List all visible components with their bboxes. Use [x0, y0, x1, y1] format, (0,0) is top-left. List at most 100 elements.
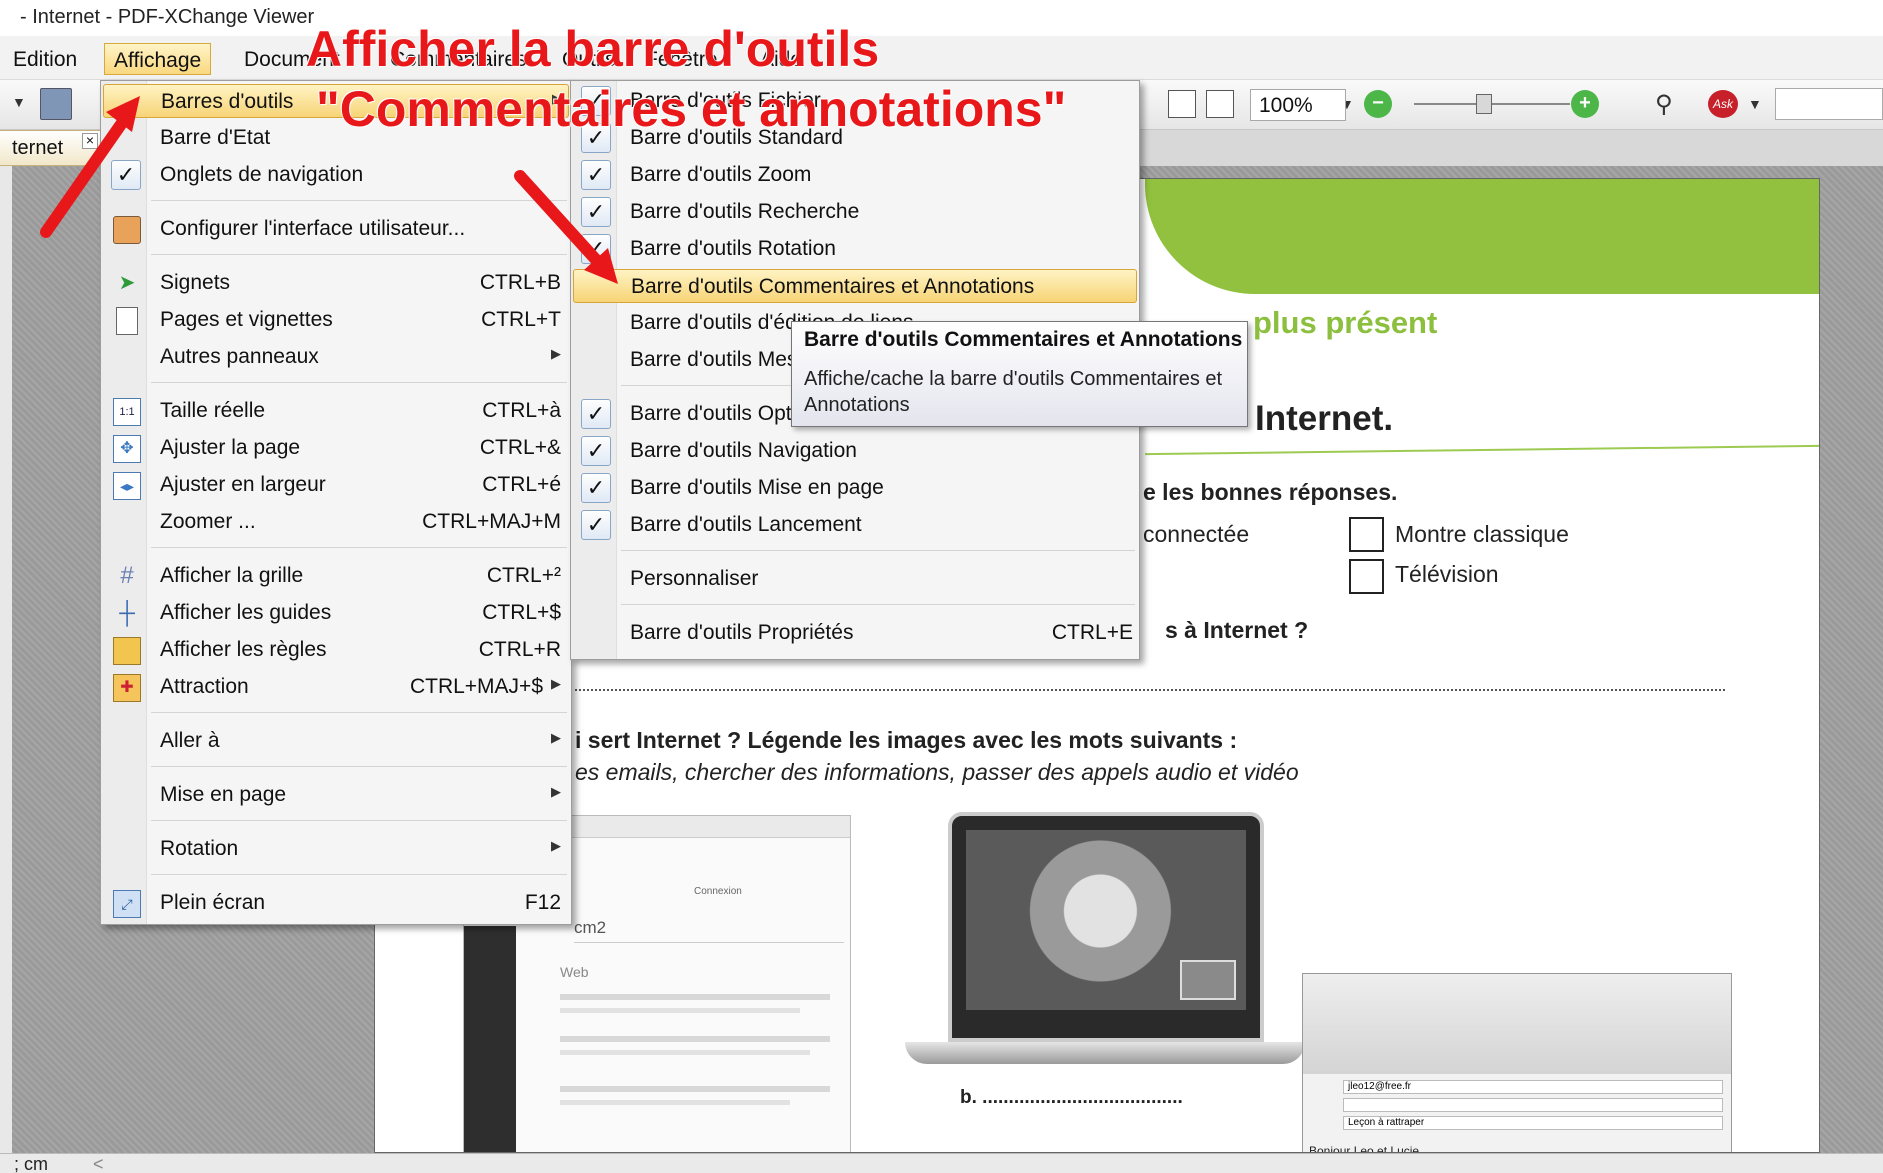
menu-item-autres-panneaux[interactable]: Autres panneaux ▶ [103, 340, 569, 374]
browser-connect-label: Connexion [694, 886, 742, 897]
page-title: Internet. [1255, 399, 1394, 438]
menu-item-label: Barre d'outils Commentaires et Annotatio… [631, 275, 1035, 298]
browser-result-line [560, 1008, 800, 1013]
check-icon: ✓ [581, 160, 611, 190]
ask-dropdown-icon[interactable]: ▼ [1748, 96, 1762, 112]
menu-edition[interactable]: Edition [4, 43, 86, 75]
menu-item-plein-ecran[interactable]: ⤢ Plein écran F12 [103, 886, 569, 920]
option-tv: Télévision [1395, 561, 1499, 587]
mail-cc-field [1343, 1098, 1723, 1112]
app-window: - Internet - PDF-XChange Viewer Edition … [0, 0, 1883, 1173]
guides-icon: ┼ [119, 600, 135, 625]
menu-item-label: Attraction [160, 675, 249, 698]
submenu-item-navigation[interactable]: ✓ Barre d'outils Navigation [573, 434, 1137, 468]
menu-item-label: Mise en page [160, 783, 287, 806]
title-underline [1145, 444, 1819, 456]
document-tab[interactable]: ternet × [0, 130, 112, 166]
menu-item-pages-vignettes[interactable]: Pages et vignettes CTRL+T [103, 303, 569, 337]
menu-item-label: Pages et vignettes [160, 308, 333, 331]
menu-item-aller-a[interactable]: Aller à ▶ [103, 724, 569, 758]
submenu-item-lancement[interactable]: ✓ Barre d'outils Lancement [573, 508, 1137, 542]
binoculars-icon[interactable]: ⚲ [1655, 90, 1673, 119]
fit-width-icon[interactable] [1206, 90, 1234, 118]
zoom-out-icon[interactable]: − [1364, 90, 1392, 118]
menu-separator [151, 874, 567, 875]
submenu-item-mise-en-page[interactable]: ✓ Barre d'outils Mise en page [573, 471, 1137, 505]
toolbar-dropdown-icon[interactable]: ▼ [12, 94, 26, 110]
option-connected: connectée [1143, 521, 1250, 547]
menu-item-afficher-grille[interactable]: # Afficher la grille CTRL+² [103, 559, 569, 593]
search-input[interactable] [1775, 88, 1883, 120]
check-icon: ✓ [581, 473, 611, 503]
menu-item-onglets-navigation[interactable]: ✓ Onglets de navigation [103, 158, 569, 192]
menu-item-label: Configurer l'interface utilisateur... [160, 217, 466, 240]
question-3: i sert Internet ? Légende les images ave… [575, 727, 1238, 753]
submenu-item-rotation[interactable]: ✓ Barre d'outils Rotation [573, 232, 1137, 266]
menu-item-label: Barres d'outils [161, 90, 294, 113]
zoom-slider-track[interactable] [1414, 103, 1570, 105]
checkbox-classic[interactable] [1349, 517, 1384, 552]
mail-toolbar [1303, 974, 1731, 1074]
laptop-base [905, 1042, 1305, 1064]
menu-separator [151, 254, 567, 255]
laptop-videocall-image [948, 812, 1264, 1042]
menu-item-ajuster-page[interactable]: ✥ Ajuster la page CTRL+& [103, 431, 569, 465]
menu-separator [151, 766, 567, 767]
menu-item-mise-en-page[interactable]: Mise en page ▶ [103, 778, 569, 812]
page-heading: plus présent [1253, 305, 1438, 340]
ask-icon[interactable]: Ask [1708, 90, 1738, 118]
menu-item-configurer-interface[interactable]: Configurer l'interface utilisateur... [103, 212, 569, 246]
scroll-left-icon[interactable]: < [93, 1154, 104, 1173]
fullscreen-icon: ⤢ [113, 890, 141, 918]
question-2: s à Internet ? [1165, 617, 1309, 643]
ruler-icon [113, 637, 141, 665]
menu-separator [151, 200, 567, 201]
menu-item-label: Barre d'outils Rotation [630, 237, 836, 260]
menu-item-signets[interactable]: ➤ Signets CTRL+B [103, 266, 569, 300]
configure-icon [113, 216, 141, 244]
menu-item-zoomer[interactable]: Zoomer ... CTRL+MAJ+M [103, 505, 569, 539]
menu-item-label: Personnaliser [630, 567, 759, 590]
menu-bar: Edition Affichage Document Commentaires … [0, 36, 1883, 80]
page-icon [116, 307, 138, 335]
menu-item-label: Afficher la grille [160, 564, 304, 587]
menu-item-rotation[interactable]: Rotation ▶ [103, 832, 569, 866]
check-icon: ✓ [581, 399, 611, 429]
left-panel-edge [0, 166, 12, 1153]
submenu-arrow-icon: ▶ [551, 838, 561, 853]
menu-item-label: Taille réelle [160, 399, 266, 422]
save-icon[interactable] [40, 88, 72, 120]
word-list: es emails, chercher des informations, pa… [575, 759, 1299, 785]
menu-affichage[interactable]: Affichage [104, 43, 212, 75]
submenu-item-zoom[interactable]: ✓ Barre d'outils Zoom [573, 158, 1137, 192]
check-icon: ✓ [111, 160, 141, 190]
checkbox-tv[interactable] [1349, 559, 1384, 594]
menu-item-shortcut: CTRL+R [478, 638, 561, 661]
submenu-item-commentaires-annotations[interactable]: Barre d'outils Commentaires et Annotatio… [573, 269, 1137, 303]
submenu-item-proprietes[interactable]: Barre d'outils Propriétés CTRL+E [573, 616, 1137, 650]
menu-item-afficher-regles[interactable]: Afficher les règles CTRL+R [103, 633, 569, 667]
zoom-slider-thumb[interactable] [1476, 94, 1492, 114]
annotation-line-1: Afficher la barre d'outils [306, 21, 880, 77]
actual-size-icon: 1:1 [113, 398, 141, 426]
browser-sidebar [464, 926, 516, 1152]
menu-item-ajuster-largeur[interactable]: ◂▸ Ajuster en largeur CTRL+é [103, 468, 569, 502]
menu-item-taille-reelle[interactable]: 1:1 Taille réelle CTRL+à [103, 394, 569, 428]
menu-item-attraction[interactable]: ✚ Attraction CTRL+MAJ+$ ▶ [103, 670, 569, 704]
window-title: - Internet - PDF-XChange Viewer [20, 6, 315, 28]
zoom-combo[interactable]: 100% [1250, 89, 1346, 121]
menu-item-shortcut: F12 [524, 891, 561, 914]
question-1: e les bonnes réponses. [1143, 479, 1398, 505]
menu-item-shortcut: CTRL+T [481, 308, 561, 331]
zoom-in-icon[interactable]: + [1571, 90, 1599, 118]
submenu-item-personnaliser[interactable]: Personnaliser [573, 562, 1137, 596]
menu-item-afficher-guides[interactable]: ┼ Afficher les guides CTRL+$ [103, 596, 569, 630]
tooltip-text: Affiche/cache la barre d'outils Commenta… [804, 368, 1223, 416]
close-tab-icon[interactable]: × [82, 133, 98, 149]
mail-greeting: Bonjour Leo et Lucie, [1309, 1144, 1423, 1153]
submenu-item-recherche[interactable]: ✓ Barre d'outils Recherche [573, 195, 1137, 229]
fit-page-icon[interactable] [1168, 90, 1196, 118]
menu-item-label: Signets [160, 271, 231, 294]
menu-item-shortcut: CTRL+MAJ+M [422, 510, 561, 533]
snap-icon: ✚ [113, 674, 141, 702]
